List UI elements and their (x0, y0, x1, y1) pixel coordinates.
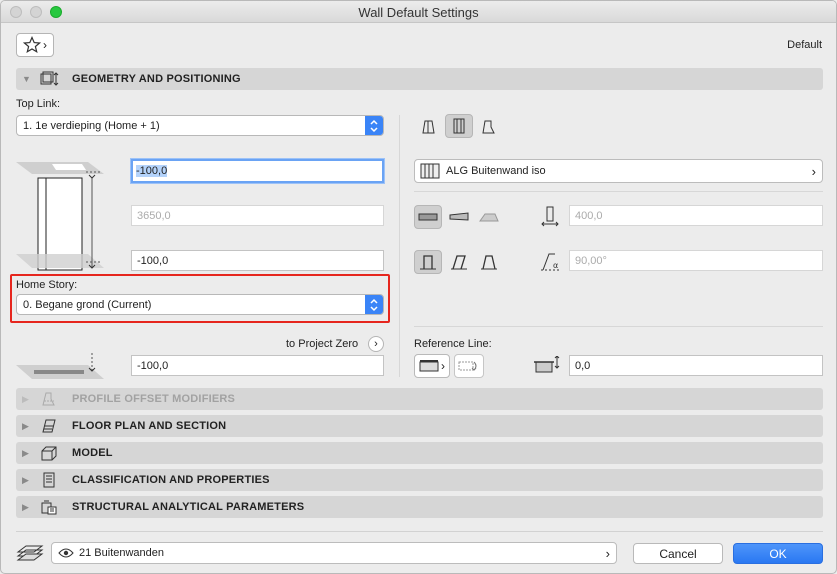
reference-line-outside-icon (419, 360, 439, 372)
profile-structure-button[interactable] (475, 115, 503, 139)
profile-wall-icon (482, 120, 495, 134)
slanted-wall-button[interactable] (445, 250, 473, 274)
triangle-down-icon: ▼ (22, 74, 31, 84)
chevron-right-icon: › (811, 164, 816, 179)
straight-wall-icon (418, 213, 438, 221)
triangle-right-icon: ▶ (22, 393, 29, 404)
footer-separator (16, 531, 823, 532)
column-separator (399, 115, 400, 377)
slant-angle-value: 90,00° (575, 254, 607, 267)
select-stepper-icon (365, 116, 383, 135)
project-zero-chevron-button[interactable]: › (368, 336, 384, 352)
polygonal-wall-button[interactable] (475, 205, 503, 229)
triangle-right-icon: ▶ (22, 501, 29, 512)
wall-height-diagram-icon (16, 162, 104, 271)
upright-wall-icon (420, 255, 436, 270)
composite-name: ALG Buitenwand iso (446, 165, 546, 177)
cancel-button[interactable]: Cancel (633, 543, 723, 564)
ok-button[interactable]: OK (733, 543, 823, 564)
triangle-right-icon: ▶ (22, 447, 29, 458)
composite-wall-icon (453, 118, 465, 134)
right-separator-2 (414, 326, 823, 327)
section-floor-plan-header[interactable]: ▶ FLOOR PLAN AND SECTION (16, 415, 823, 437)
section-structural-label: STRUCTURAL ANALYTICAL PARAMETERS (72, 501, 305, 513)
polygonal-wall-icon (479, 213, 499, 222)
preset-name-label: Default (787, 39, 822, 51)
chevron-right-icon: › (43, 38, 47, 52)
basic-structure-button[interactable] (415, 115, 443, 139)
bottom-offset-value: -100,0 (137, 254, 169, 267)
profile-offset-icon (38, 391, 60, 407)
reference-line-select[interactable]: › (414, 354, 450, 378)
section-geometry-label: GEOMETRY AND POSITIONING (72, 73, 241, 85)
composite-structure-button[interactable] (445, 114, 473, 138)
composite-swatch-icon (420, 163, 440, 179)
layer-select[interactable]: 21 Buitenwanden › (51, 542, 617, 564)
slanted-wall-icon (451, 255, 467, 270)
star-icon (23, 36, 41, 54)
double-slanted-wall-icon (481, 255, 497, 270)
section-floor-plan-label: FLOOR PLAN AND SECTION (72, 420, 227, 432)
project-zero-field[interactable]: -100,0 (131, 355, 384, 376)
upright-wall-button[interactable] (414, 250, 442, 274)
section-structural-header[interactable]: ▶ STRUCTURAL ANALYTICAL PARAMETERS (16, 496, 823, 518)
triangle-right-icon: ▶ (22, 474, 29, 485)
top-offset-value: -100,0 (136, 165, 168, 177)
home-story-highlight (10, 274, 390, 323)
project-zero-value: -100,0 (137, 359, 169, 372)
layer-name: 21 Buitenwanden (79, 547, 165, 559)
geometry-icon (38, 71, 60, 87)
classification-document-icon (38, 472, 60, 488)
basic-wall-icon (422, 120, 435, 134)
slant-angle-icon: α (541, 253, 559, 271)
right-separator-1 (414, 191, 823, 192)
trapezoid-wall-button[interactable] (445, 205, 473, 229)
chevron-right-icon: › (374, 338, 378, 350)
thickness-value: 400,0 (575, 209, 603, 222)
top-link-value: 1. 1e verdieping (Home + 1) (23, 119, 160, 132)
layer-icon (16, 545, 44, 561)
section-profile-header[interactable]: ▶ PROFILE OFFSET MODIFIERS (16, 388, 823, 410)
favorites-button[interactable]: › (16, 33, 54, 57)
section-model-header[interactable]: ▶ MODEL (16, 442, 823, 464)
wall-height-value: 3650,0 (137, 209, 171, 222)
svg-text:α: α (553, 261, 558, 270)
flip-icon (458, 361, 477, 371)
structural-analytical-icon (38, 499, 60, 515)
model-cube-icon (38, 445, 60, 461)
reference-offset-value: 0,0 (575, 359, 591, 372)
slant-angle-field[interactable]: 90,00° (569, 250, 823, 271)
thickness-field[interactable]: 400,0 (569, 205, 823, 226)
reference-line-label: Reference Line: (414, 338, 492, 350)
title-bar: Wall Default Settings (1, 1, 836, 23)
trapezoid-wall-icon (449, 212, 469, 221)
triangle-right-icon: ▶ (22, 420, 29, 431)
eye-icon (58, 548, 74, 558)
top-offset-field[interactable]: -100,0 (131, 159, 384, 183)
thickness-icon (541, 206, 559, 227)
double-slanted-wall-button[interactable] (475, 250, 503, 274)
straight-wall-button[interactable] (414, 205, 442, 229)
to-project-zero-label: to Project Zero (286, 338, 359, 350)
section-profile-label: PROFILE OFFSET MODIFIERS (72, 393, 236, 405)
section-classification-label: CLASSIFICATION AND PROPERTIES (72, 474, 270, 486)
top-link-label: Top Link: (16, 98, 61, 110)
floor-plan-icon (38, 418, 60, 434)
section-model-label: MODEL (72, 447, 113, 459)
section-geometry-header[interactable]: ▼ GEOMETRY AND POSITIONING (16, 68, 823, 90)
dialog-window: Wall Default Settings › Default ▼ GEOMET… (0, 0, 837, 574)
reference-offset-field[interactable]: 0,0 (569, 355, 823, 376)
wall-height-field[interactable]: 3650,0 (131, 205, 384, 226)
project-zero-diagram-icon (16, 353, 104, 379)
chevron-right-icon: › (605, 546, 610, 561)
reference-offset-icon (534, 356, 560, 373)
bottom-offset-field[interactable]: -100,0 (131, 250, 384, 271)
section-classification-header[interactable]: ▶ CLASSIFICATION AND PROPERTIES (16, 469, 823, 491)
top-link-select[interactable]: 1. 1e verdieping (Home + 1) (16, 115, 384, 136)
chevron-right-icon: › (441, 359, 445, 373)
window-title: Wall Default Settings (358, 5, 479, 20)
flip-reference-button[interactable] (454, 354, 484, 378)
composite-select[interactable]: ALG Buitenwand iso › (414, 159, 823, 183)
